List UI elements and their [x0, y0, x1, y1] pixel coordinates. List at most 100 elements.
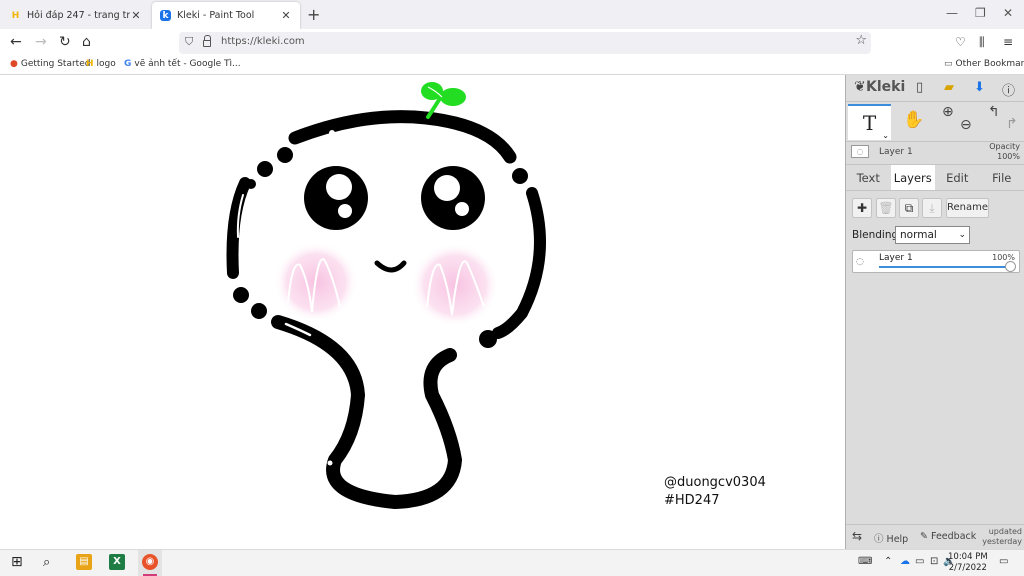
undo-icon[interactable]: ↰	[988, 104, 1000, 120]
tracking-shield-icon[interactable]: ⛉	[185, 35, 193, 49]
updated-line2: yesterday	[982, 537, 1022, 546]
url-text[interactable]: https://kleki.com	[221, 36, 305, 47]
excel-icon[interactable]: X	[109, 554, 125, 570]
outline-dot	[251, 303, 267, 319]
updated-line1: updated	[988, 527, 1022, 536]
other-bookmarks[interactable]: ▭ Other Bookmarks	[944, 59, 1024, 69]
open-folder-icon[interactable]: ▰	[944, 80, 954, 95]
display-icon[interactable]: ▭	[915, 556, 924, 567]
library-icon[interactable]: ⫼	[979, 34, 985, 50]
hoidap-favicon-icon: H	[11, 10, 20, 21]
outline-dot	[479, 330, 497, 348]
watermark-hashtag: #HD247	[664, 493, 720, 508]
tab-edit[interactable]: Edit	[935, 165, 980, 190]
tab-hoidap[interactable]: H Hỏi đáp 247 - trang tra lời ✕	[2, 2, 150, 29]
system-clock[interactable]: 10:04 PM 2/7/2022	[948, 552, 988, 574]
watermark-username: @duongcv0304	[664, 475, 766, 490]
head-outline-right	[492, 187, 546, 339]
stem-highlight-dot	[327, 460, 333, 466]
close-window-icon[interactable]: ✕	[1003, 6, 1013, 20]
text-tool-button[interactable]: T ⌄	[848, 104, 891, 140]
layer-opacity-slider[interactable]	[879, 266, 1013, 268]
sprout-leaf-left	[421, 82, 443, 100]
delete-layer-button[interactable]: 🗑	[876, 198, 896, 218]
outline-dot	[277, 147, 293, 163]
layer-list-item[interactable]: ◌ Layer 1 100%	[852, 250, 1020, 273]
keyboard-icon[interactable]: ⌨	[858, 556, 872, 567]
search-icon[interactable]: ⌕	[43, 555, 50, 570]
tab-file[interactable]: File	[980, 165, 1024, 190]
duplicate-layer-button[interactable]: ⧉	[899, 198, 919, 218]
address-bar[interactable]: ⛉ https://kleki.com ☆	[179, 32, 871, 54]
kleki-logo-icon: ❦	[854, 79, 866, 95]
blending-label: Blending	[852, 229, 899, 241]
opacity-label: Opacity	[989, 142, 1020, 151]
opacity-slider-handle[interactable]	[1005, 261, 1016, 272]
clock-date: 2/7/2022	[948, 563, 987, 573]
close-tab-icon[interactable]: ✕	[130, 9, 142, 22]
cloud-icon[interactable]: ☁	[900, 556, 910, 567]
hand-tool-icon[interactable]: ✋	[903, 110, 924, 130]
help-button[interactable]: ⓘ Help	[874, 531, 908, 545]
layer-preview-icon[interactable]: ◌	[851, 145, 869, 158]
windows-start-icon[interactable]: ⊞	[11, 554, 23, 570]
tab-kleki[interactable]: k Kleki - Paint Tool ✕	[152, 2, 300, 29]
merge-layer-button[interactable]: ⤓	[922, 198, 942, 218]
restore-icon[interactable]: ❐	[975, 6, 986, 20]
firefox-icon[interactable]: ◉	[142, 554, 158, 570]
bookmark-label: Other Bookmarks	[955, 59, 1024, 69]
notifications-icon[interactable]: ▭	[999, 556, 1008, 567]
opacity-readout: Opacity 100%	[989, 142, 1020, 162]
blending-row: Blending normal ⌄	[846, 223, 1024, 249]
zoom-in-icon[interactable]: ⊕	[942, 104, 954, 120]
tab-title: Hỏi đáp 247 - trang tra lời	[27, 10, 130, 21]
close-tab-icon[interactable]: ✕	[280, 9, 292, 22]
download-icon[interactable]: ⬇	[974, 80, 985, 95]
panel-footer: ⇆ ⓘ Help ✎ Feedback updated yesterday	[846, 524, 1024, 549]
layer-thumbnail-icon[interactable]: ◌	[856, 257, 864, 267]
new-tab-plus-icon[interactable]: +	[307, 5, 320, 24]
kleki-logo[interactable]: ❦Kleki	[854, 79, 905, 95]
bookmark-getting-started[interactable]: ● Getting Started	[10, 59, 90, 69]
show-hidden-icons-chevron-icon[interactable]: ⌃	[884, 556, 892, 567]
feedback-button[interactable]: ✎ Feedback	[920, 531, 976, 542]
logo-text: Kleki	[866, 79, 906, 95]
reload-icon[interactable]: ↻	[59, 34, 71, 50]
new-image-icon[interactable]: ▯	[916, 80, 923, 95]
file-explorer-icon[interactable]: ▤	[76, 554, 92, 570]
chevron-down-icon[interactable]: ⌄	[882, 132, 889, 140]
bookmark-google[interactable]: G vẽ ảnh tết - Google Tì...	[124, 59, 241, 69]
forward-arrow-icon[interactable]: →	[35, 34, 47, 50]
sprout-leaf-right	[440, 88, 466, 106]
blending-select[interactable]: normal ⌄	[895, 226, 970, 244]
tab-title: Kleki - Paint Tool	[177, 10, 255, 21]
kleki-favicon-icon: k	[160, 10, 171, 21]
outline-dot	[233, 287, 249, 303]
network-icon[interactable]: ⊡	[930, 556, 938, 567]
lock-icon[interactable]	[203, 35, 211, 47]
add-layer-button[interactable]: ✚	[852, 198, 872, 218]
windows-taskbar: ⊞ ⌕ ▤ X ◉ ⌨ ⌃ ☁ ▭ ⊡ 🔈 10:04 PM 2/7/2022 ▭	[0, 549, 1024, 576]
bookmark-star-icon[interactable]: ☆	[855, 33, 867, 48]
feedback-pencil-icon: ✎	[920, 531, 928, 542]
zoom-out-icon[interactable]: ⊖	[960, 117, 972, 133]
chevron-down-icon: ⌄	[958, 230, 966, 240]
menu-icon[interactable]: ≡	[1003, 34, 1013, 50]
home-icon[interactable]: ⌂	[82, 34, 91, 50]
minimize-icon[interactable]: —	[946, 6, 958, 20]
kleki-side-panel: ❦Kleki ▯ ▰ ⬇ ⓘ T ⌄ ✋ ⊕ ⊖ ↰ ↱ ◌ Layer 1 Op…	[845, 75, 1024, 549]
tab-layers[interactable]: Layers	[890, 165, 935, 190]
right-eye-shine	[434, 175, 460, 201]
bookmark-logo[interactable]: H logo	[86, 59, 116, 69]
drawing-canvas[interactable]: @duongcv0304 #HD247	[0, 75, 845, 549]
help-circle-icon[interactable]: ⓘ	[1002, 80, 1015, 99]
head-outline-top	[288, 110, 517, 164]
redo-icon[interactable]: ↱	[1006, 116, 1018, 132]
rename-layer-button[interactable]: Rename	[946, 198, 989, 218]
toolbar: T ⌄ ✋ ⊕ ⊖ ↰ ↱	[846, 102, 1024, 142]
tab-text[interactable]: Text	[846, 165, 891, 190]
back-arrow-icon[interactable]: ←	[10, 34, 22, 50]
pocket-icon[interactable]: ♡	[955, 34, 966, 50]
folder-icon: ▭	[944, 59, 953, 69]
swap-side-icon[interactable]: ⇆	[852, 529, 862, 543]
